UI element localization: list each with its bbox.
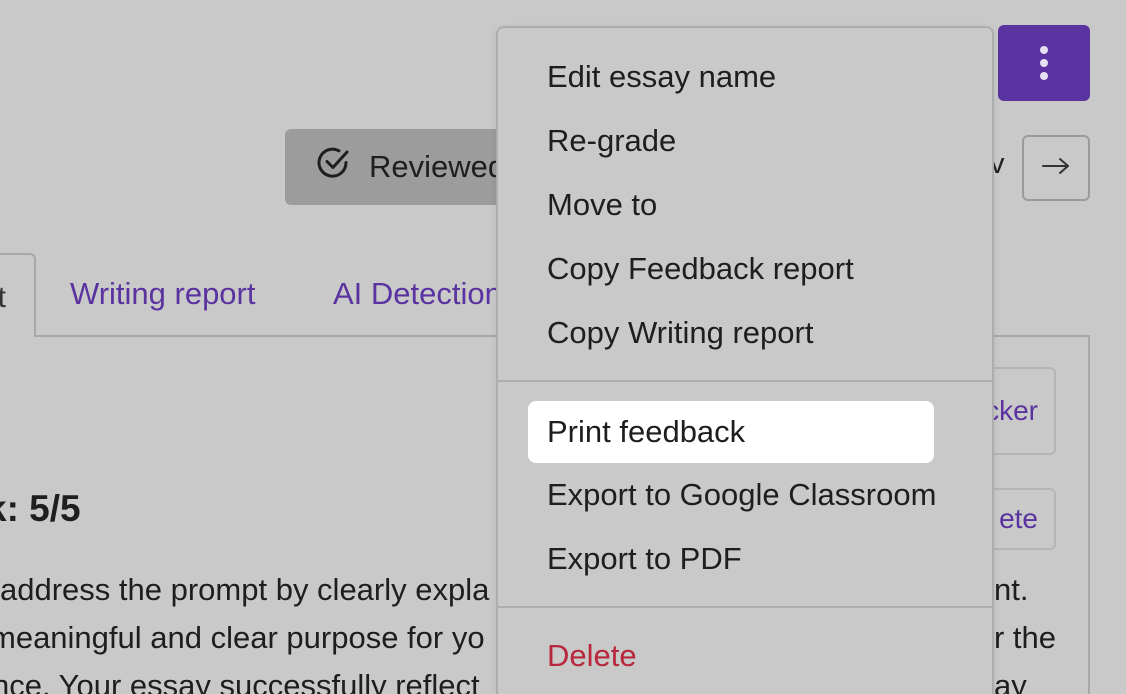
feedback-text-line: meaningful and clear purpose for yo bbox=[0, 620, 485, 655]
tab-feedback[interactable]: t bbox=[0, 253, 36, 337]
next-essay-button[interactable] bbox=[1022, 135, 1090, 201]
menu-item-copy-writing-report[interactable]: Copy Writing report bbox=[528, 302, 813, 364]
tab-writing-report[interactable]: Writing report bbox=[70, 276, 256, 312]
menu-item-re-grade[interactable]: Re-grade bbox=[528, 110, 676, 172]
more-options-menu: Edit essay name Re-grade Move to Copy Fe… bbox=[496, 26, 994, 694]
menu-item-copy-feedback-report[interactable]: Copy Feedback report bbox=[528, 238, 854, 300]
menu-item-export-google-classroom[interactable]: Export to Google Classroom bbox=[528, 464, 936, 526]
reviewed-label: Reviewed bbox=[369, 149, 506, 184]
tab-divider bbox=[36, 335, 506, 337]
essay-feedback-page: Reviewed v t Writing report AI Detection… bbox=[0, 0, 1126, 694]
feedback-text-line: nt. bbox=[994, 572, 1029, 607]
feedback-text-line: r the bbox=[994, 620, 1057, 655]
tab-feedback-label: t bbox=[0, 281, 6, 314]
arrow-right-icon bbox=[1041, 156, 1071, 181]
feedback-text-line: address the prompt by clearly expla bbox=[0, 572, 490, 607]
vertical-ellipsis-icon bbox=[1040, 46, 1048, 54]
menu-divider bbox=[498, 606, 992, 608]
check-circle-icon bbox=[315, 145, 351, 189]
delete-side-button-label: ete bbox=[999, 503, 1038, 534]
menu-item-print-feedback[interactable]: Print feedback bbox=[528, 401, 934, 463]
feedback-text-line: ay bbox=[994, 668, 1027, 694]
menu-divider bbox=[498, 380, 992, 382]
menu-item-edit-essay-name[interactable]: Edit essay name bbox=[528, 46, 776, 108]
tab-ai-detection[interactable]: AI Detection bbox=[333, 276, 503, 312]
menu-item-export-pdf[interactable]: Export to PDF bbox=[528, 528, 742, 590]
more-options-button[interactable] bbox=[998, 25, 1090, 101]
menu-item-move-to[interactable]: Move to bbox=[528, 174, 657, 236]
menu-item-delete[interactable]: Delete bbox=[528, 625, 637, 687]
feedback-text-line: nce. Your essay successfully reflect bbox=[0, 668, 480, 694]
reviewed-button[interactable]: Reviewed bbox=[285, 129, 515, 205]
score-heading: k: 5/5 bbox=[0, 488, 81, 529]
